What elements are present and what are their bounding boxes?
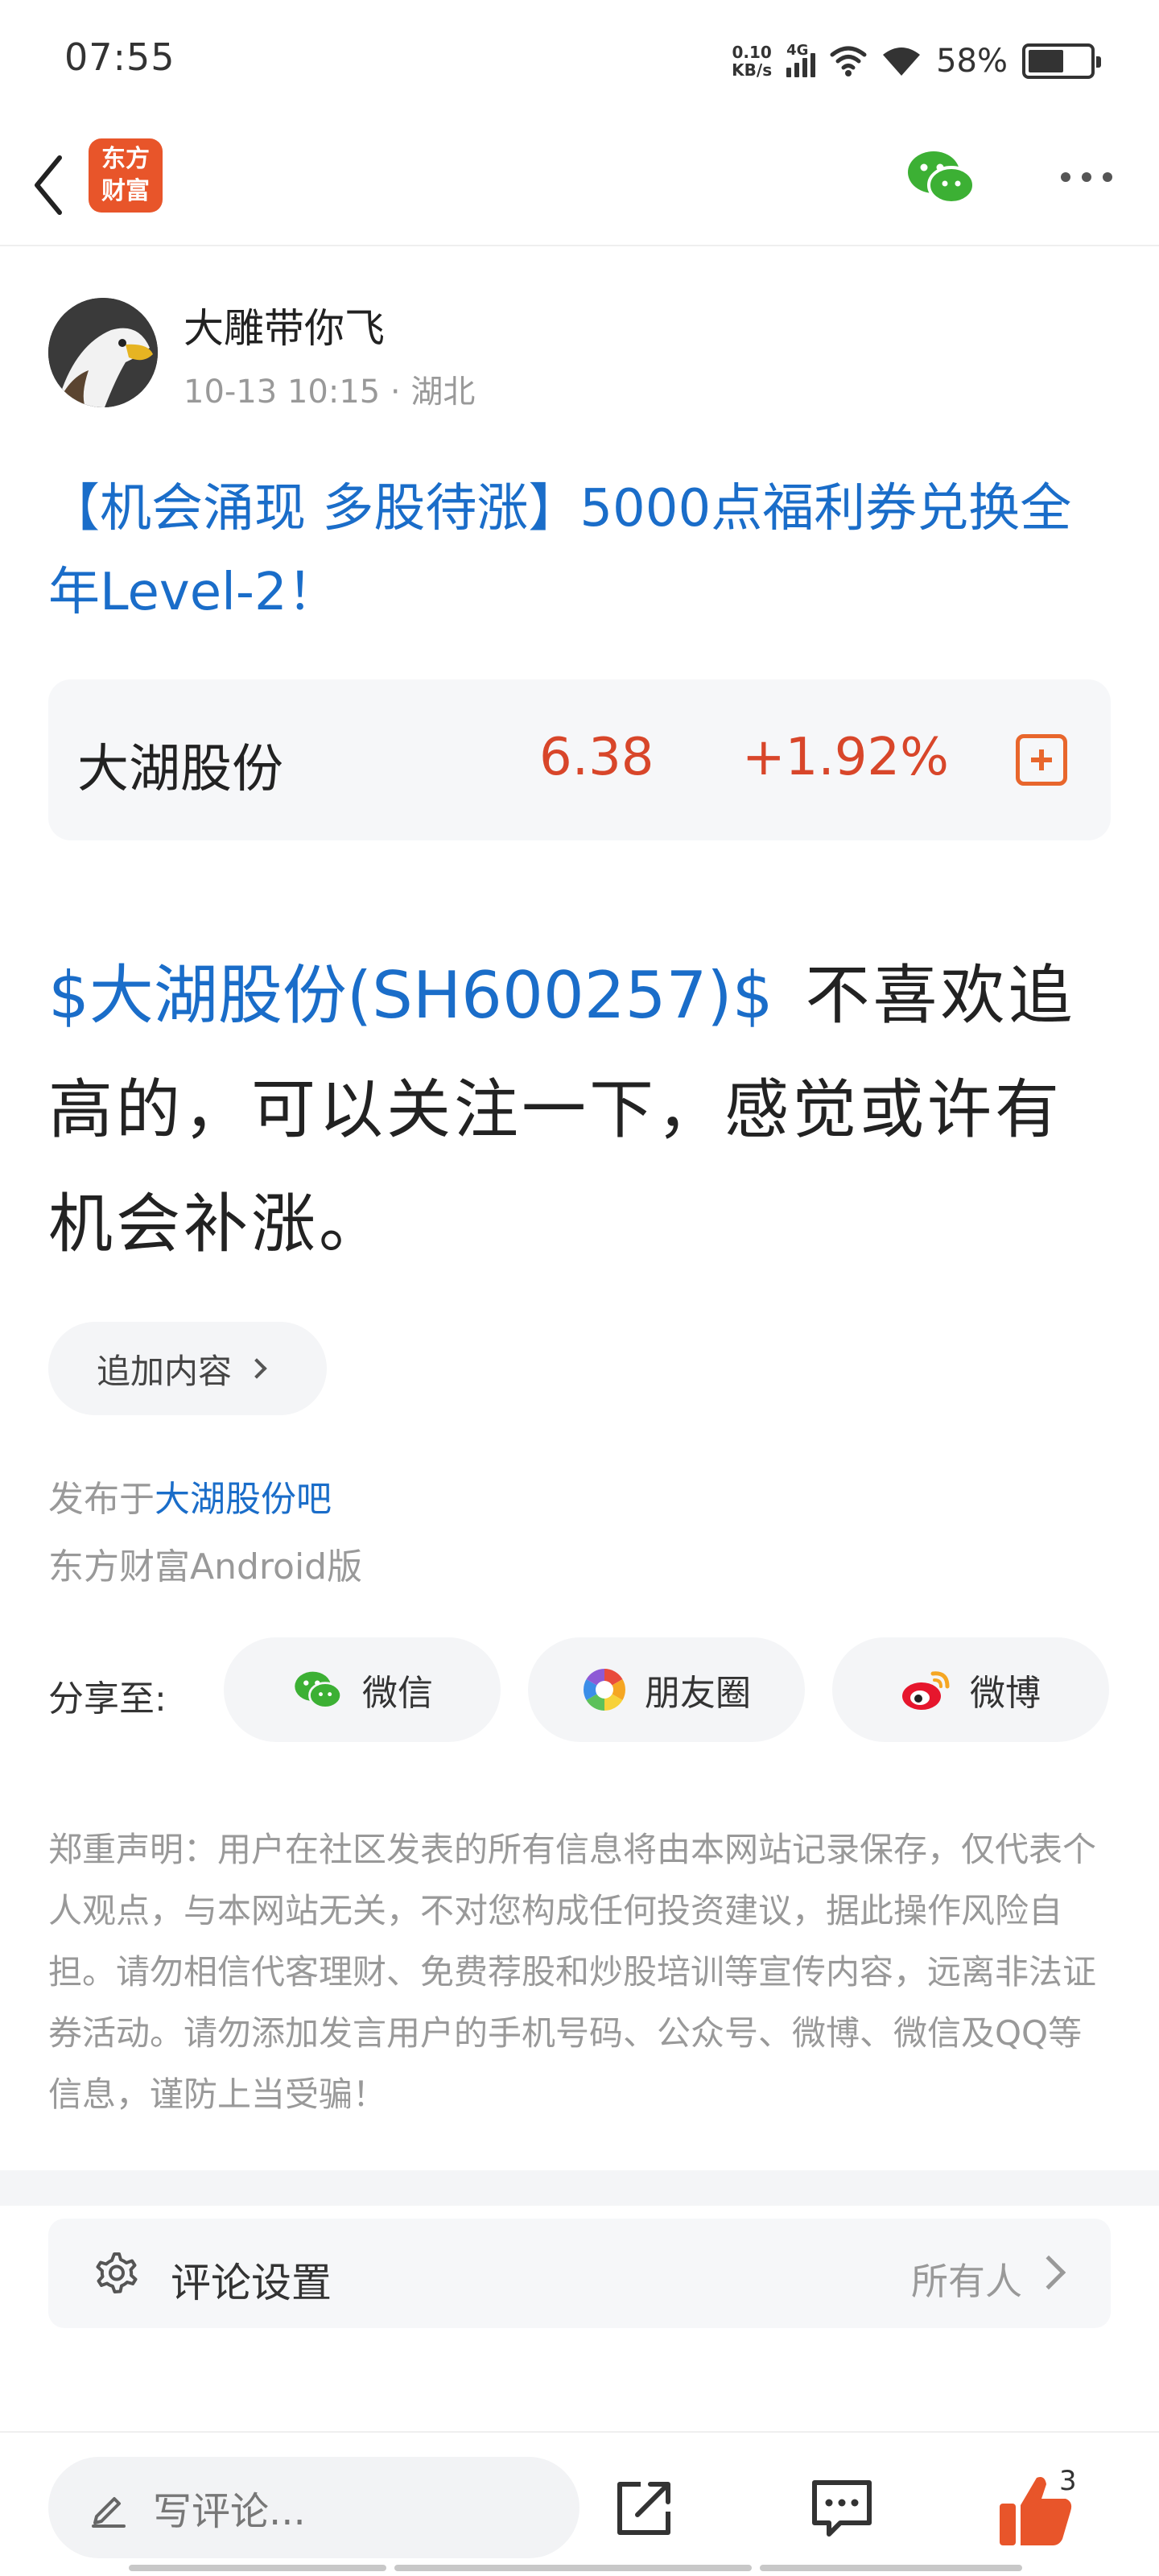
stock-price: 6.38: [539, 728, 654, 787]
back-button[interactable]: [24, 145, 72, 225]
moments-icon: [584, 1669, 625, 1711]
client-source: 东方财富Android版: [48, 1546, 363, 1587]
like-count: 3: [1059, 2465, 1077, 2497]
share-weibo-button[interactable]: 微博: [832, 1637, 1109, 1742]
chevron-right-icon: [1031, 2255, 1066, 2290]
wifi-signal-icon: [830, 46, 867, 76]
share-moments-button[interactable]: 朋友圈: [528, 1637, 805, 1742]
eagle-avatar-image: [48, 298, 158, 407]
status-bar: 07:55 0.10 KB/s 4G 58%: [0, 0, 1159, 121]
stock-name: 大湖股份: [77, 740, 283, 799]
author-name[interactable]: 大雕带你飞: [184, 296, 385, 354]
add-to-watchlist-icon[interactable]: [1016, 734, 1067, 786]
share-label: 分享至:: [48, 1678, 167, 1719]
pencil-icon: [92, 2497, 126, 2528]
append-content-button[interactable]: 追加内容: [48, 1322, 327, 1415]
back-arrow-icon: [35, 155, 62, 215]
more-options-button[interactable]: [1046, 153, 1127, 201]
comment-settings-row[interactable]: 评论设置 所有人: [48, 2219, 1111, 2328]
weibo-icon: [902, 1671, 950, 1710]
post-body: $大湖股份(SH600257)$ 不喜欢追高的，可以关注一下，感觉或许有机会补涨。: [48, 939, 1119, 1282]
wechat-icon: [295, 1671, 343, 1709]
bottom-action-bar: 写评论... 3: [0, 2431, 1159, 2576]
battery-icon: [1022, 43, 1101, 79]
comment-settings-value: 所有人: [911, 2260, 1022, 2303]
chevron-right-icon: [246, 1358, 267, 1379]
home-indicator: [129, 2565, 1022, 2571]
comment-icon[interactable]: [808, 2476, 876, 2541]
share-wechat-button[interactable]: 微信: [224, 1637, 501, 1742]
published-in: 发布于大湖股份吧: [48, 1479, 332, 1520]
section-divider: [0, 2170, 1159, 2206]
wifi-icon: [883, 47, 921, 76]
app-logo[interactable]: 东方 财富: [89, 138, 163, 213]
stock-quote-card[interactable]: 大湖股份 6.38 +1.92%: [48, 679, 1111, 840]
status-time: 07:55: [64, 35, 175, 79]
top-nav-bar: 东方 财富: [0, 121, 1159, 246]
stock-change-percent: +1.92%: [742, 728, 949, 787]
net-speed: 0.10 KB/s: [732, 43, 773, 80]
post-time-location: 10-13 10:15 · 湖北: [184, 374, 476, 411]
append-content-label: 追加内容: [97, 1351, 233, 1391]
gear-icon: [96, 2252, 138, 2293]
author-avatar[interactable]: [48, 298, 158, 407]
comment-settings-label: 评论设置: [171, 2260, 332, 2306]
status-icons: 0.10 KB/s 4G 58%: [732, 37, 1101, 85]
stock-bar-link[interactable]: 大湖股份吧: [155, 1479, 332, 1520]
battery-percent: 58%: [936, 43, 1008, 80]
write-comment-input[interactable]: 写评论...: [48, 2457, 580, 2558]
stock-mention-link[interactable]: $大湖股份(SH600257)$: [48, 958, 773, 1033]
wechat-share-icon[interactable]: [905, 145, 977, 209]
legal-disclaimer: 郑重声明：用户在社区发表的所有信息将由本网站记录保存，仅代表个人观点，与本网站无…: [48, 1830, 1097, 2114]
share-icon[interactable]: [612, 2476, 676, 2541]
author-header: 大雕带你飞 10-13 10:15 · 湖北: [48, 295, 1111, 411]
cellular-signal-icon: 4G: [786, 42, 816, 77]
post-title-promo-link[interactable]: 【机会涌现 多股待涨】5000点福利券兑换全年Level-2！: [48, 467, 1111, 634]
